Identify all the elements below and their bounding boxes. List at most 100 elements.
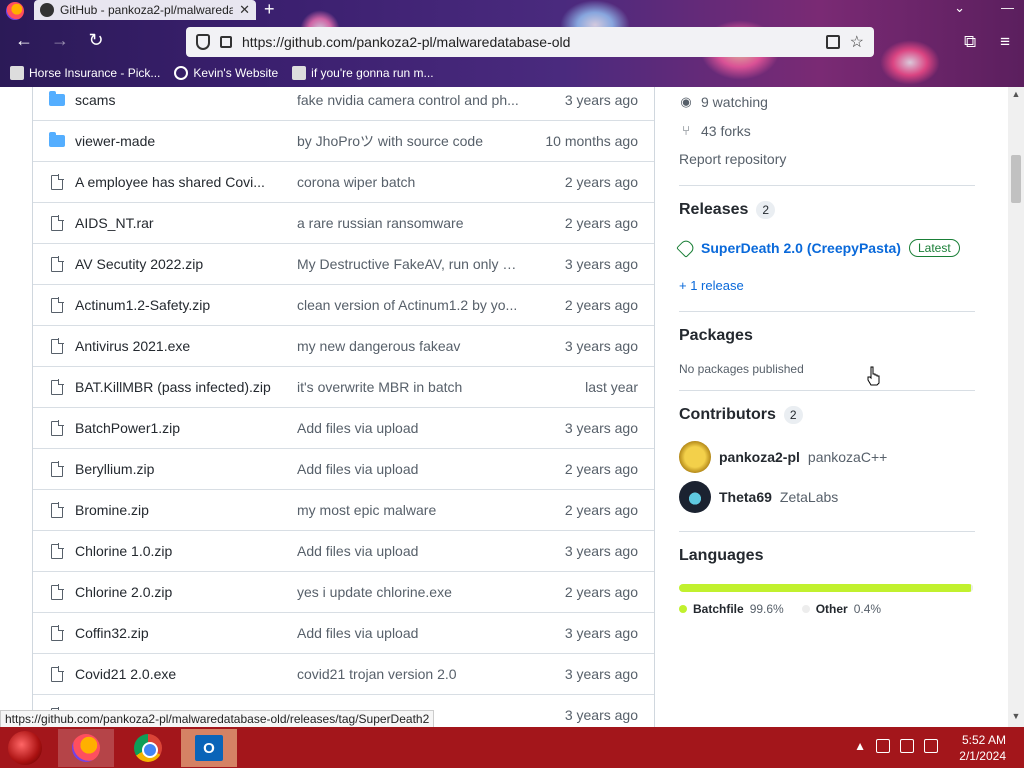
show-hidden-icons-icon[interactable]: ▲ — [854, 739, 866, 753]
taskbar-outlook[interactable]: O — [181, 729, 237, 767]
new-tab-button[interactable]: + — [264, 0, 275, 18]
lock-icon[interactable] — [220, 36, 232, 48]
table-row[interactable]: Beryllium.zip Add files via upload 2 years… — [33, 448, 654, 489]
file-name-link[interactable]: Antivirus 2021.exe — [75, 338, 297, 354]
file-name-link[interactable]: A employee has shared Covi... — [75, 174, 297, 190]
firefox-icon[interactable] — [6, 2, 24, 20]
file-name-link[interactable]: Bromine.zip — [75, 502, 297, 518]
url-text[interactable]: https://github.com/pankoza2-pl/malwareda… — [242, 34, 816, 50]
file-name-link[interactable]: Beryllium.zip — [75, 461, 297, 477]
network-icon[interactable] — [900, 739, 914, 753]
tag-icon — [676, 238, 696, 258]
browser-tab[interactable]: GitHub - pankoza2-pl/malwaredatabase-old… — [34, 0, 256, 20]
table-row[interactable]: Chlorine 1.0.zip Add files via upload 3 ye… — [33, 530, 654, 571]
bookmark-item[interactable]: Kevin's Website — [174, 66, 278, 80]
minimize-icon[interactable]: — — [1001, 0, 1014, 16]
taskbar-firefox[interactable] — [58, 729, 114, 767]
commit-message-link[interactable]: yes i update chlorine.exe — [297, 584, 521, 600]
contributor-item[interactable]: Theta69 ZetaLabs — [679, 477, 975, 517]
taskbar-chrome[interactable] — [120, 729, 176, 767]
file-name-link[interactable]: viewer-made — [75, 133, 297, 149]
table-row[interactable]: Covid21 2.0.exe covid21 trojan version 2.… — [33, 653, 654, 694]
commit-message-link[interactable]: Add files via upload — [297, 461, 521, 477]
file-name-link[interactable]: BatchPower1.zip — [75, 420, 297, 436]
file-name-link[interactable]: AIDS_NT.rar — [75, 215, 297, 231]
release-name[interactable]: SuperDeath 2.0 (CreepyPasta) — [701, 240, 901, 256]
bookmark-star-icon[interactable]: ☆ — [850, 32, 864, 52]
language-item[interactable]: Other 0.4% — [801, 602, 881, 616]
table-row[interactable]: AIDS_NT.rar a rare russian ransomware 2 ye… — [33, 202, 654, 243]
file-name-link[interactable]: Actinum1.2-Safety.zip — [75, 297, 297, 313]
volume-icon[interactable] — [924, 739, 938, 753]
file-icon — [49, 420, 65, 436]
avatar[interactable] — [679, 441, 711, 473]
commit-message-link[interactable]: my new dangerous fakeav — [297, 338, 521, 354]
page-scrollbar[interactable]: ▲ ▼ — [1008, 87, 1024, 727]
system-clock[interactable]: 5:52 AM 2/1/2024 — [959, 732, 1006, 764]
avatar[interactable] — [679, 481, 711, 513]
contributor-item[interactable]: pankoza2-pl pankozaC++ — [679, 437, 975, 477]
contributor-name[interactable]: pankoza2-pl — [719, 449, 800, 465]
contributors-heading[interactable]: Contributors 2 — [679, 403, 975, 427]
commit-time: 2 years ago — [564, 297, 638, 313]
back-button[interactable]: ← — [12, 30, 36, 51]
start-button[interactable] — [8, 731, 42, 765]
menu-icon[interactable]: ≡ — [1000, 32, 1010, 52]
bookmark-item[interactable]: if you're gonna run m... — [292, 66, 434, 80]
tab-list-chevron-icon[interactable]: ⌄ — [954, 0, 965, 16]
commit-message-link[interactable]: Add files via upload — [297, 625, 521, 641]
file-name-link[interactable]: scams — [75, 92, 297, 108]
report-repository-link[interactable]: Report repository — [679, 145, 975, 173]
language-item[interactable]: Batchfile 99.6% — [679, 602, 784, 616]
table-row[interactable]: scams fake nvidia camera control and ph..… — [33, 87, 654, 120]
file-icon — [49, 256, 65, 272]
action-center-icon[interactable] — [876, 739, 890, 753]
file-name-link[interactable]: Chlorine 2.0.zip — [75, 584, 297, 600]
table-row[interactable]: A employee has shared Covi... corona wipe… — [33, 161, 654, 202]
table-row[interactable]: AV Secutity 2022.zip My Destructive FakeA… — [33, 243, 654, 284]
contributor-name[interactable]: Theta69 — [719, 489, 772, 505]
file-name-link[interactable]: Covid21 2.0.exe — [75, 666, 297, 682]
scroll-down-arrow-icon[interactable]: ▼ — [1008, 711, 1024, 725]
commit-message-link[interactable]: by JhoProツ with source code — [297, 131, 521, 151]
table-row[interactable]: Actinum1.2-Safety.zip clean version of Ac… — [33, 284, 654, 325]
commit-message-link[interactable]: Add files via upload — [297, 543, 521, 559]
file-name-link[interactable]: Chlorine 1.0.zip — [75, 543, 297, 559]
releases-heading[interactable]: Releases 2 — [679, 198, 975, 222]
tab-close-icon[interactable]: ✕ — [239, 2, 250, 18]
table-row[interactable]: Antivirus 2021.exe my new dangerous fakea… — [33, 325, 654, 366]
watchers-link[interactable]: ◉ 9 watching — [679, 87, 975, 116]
file-icon — [49, 666, 65, 682]
file-name-link[interactable]: Coffin32.zip — [75, 625, 297, 641]
file-name-link[interactable]: AV Secutity 2022.zip — [75, 256, 297, 272]
tracking-shield-icon[interactable] — [196, 34, 210, 50]
commit-message-link[interactable]: covid21 trojan version 2.0 — [297, 666, 521, 682]
bookmark-item[interactable]: Horse Insurance - Pick... — [10, 66, 160, 80]
table-row[interactable]: Chlorine 2.0.zip yes i update chlorine.ex… — [33, 571, 654, 612]
commit-message-link[interactable]: Add files via upload — [297, 420, 521, 436]
commit-message-link[interactable]: clean version of Actinum1.2 by yo... — [297, 297, 521, 313]
commit-message-link[interactable]: a rare russian ransomware — [297, 215, 521, 231]
table-row[interactable]: Bromine.zip my most epic malware 2 years a… — [33, 489, 654, 530]
commit-message-link[interactable]: corona wiper batch — [297, 174, 521, 190]
packages-heading[interactable]: Packages — [679, 324, 975, 348]
commit-message-link[interactable]: my most epic malware — [297, 502, 521, 518]
reader-view-icon[interactable] — [825, 35, 840, 49]
forward-button[interactable]: → — [48, 30, 72, 51]
table-row[interactable]: Coffin32.zip Add files via upload 3 years … — [33, 612, 654, 653]
commit-message-link[interactable]: it's overwrite MBR in batch — [297, 379, 521, 395]
address-bar[interactable]: https://github.com/pankoza2-pl/malwareda… — [186, 27, 874, 57]
table-row[interactable]: viewer-made by JhoProツ with source code 10… — [33, 120, 654, 161]
table-row[interactable]: BAT.KillMBR (pass infected).zip it's over… — [33, 366, 654, 407]
scrollbar-thumb[interactable] — [1011, 155, 1021, 203]
forks-link[interactable]: ⑂ 43 forks — [679, 116, 975, 145]
file-name-link[interactable]: BAT.KillMBR (pass infected).zip — [75, 379, 297, 395]
table-row[interactable]: BatchPower1.zip Add files via upload 3 yea… — [33, 407, 654, 448]
latest-release[interactable]: SuperDeath 2.0 (CreepyPasta) Latest — [676, 236, 975, 260]
commit-message-link[interactable]: fake nvidia camera control and ph... — [297, 92, 521, 108]
reload-button[interactable]: ↻ — [84, 30, 108, 51]
scroll-up-arrow-icon[interactable]: ▲ — [1008, 89, 1024, 103]
commit-message-link[interactable]: My Destructive FakeAV, run only o... — [297, 256, 521, 272]
extensions-icon[interactable]: ⧉ — [964, 32, 976, 52]
more-releases-link[interactable]: + 1 release — [679, 278, 975, 293]
